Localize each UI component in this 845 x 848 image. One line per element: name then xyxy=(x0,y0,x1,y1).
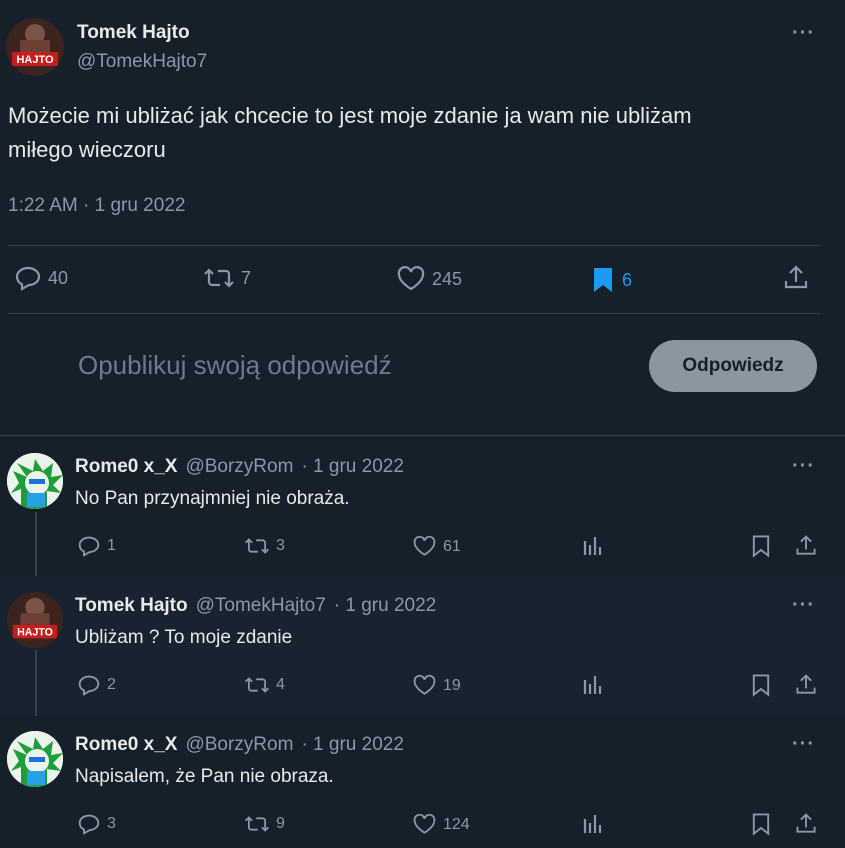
bookmark-icon xyxy=(594,268,612,292)
retweet-count: 7 xyxy=(241,267,252,288)
like-action[interactable]: 124 xyxy=(412,813,470,836)
share-icon xyxy=(796,674,816,694)
more-icon[interactable]: ··· xyxy=(792,455,815,478)
retweet-action[interactable]: 7 xyxy=(203,265,251,291)
heart-icon xyxy=(413,813,436,834)
bookmark-action[interactable] xyxy=(750,534,772,558)
author-avatar[interactable]: HAJTO xyxy=(6,18,64,76)
share-action[interactable] xyxy=(782,264,810,292)
share-action[interactable] xyxy=(794,534,818,558)
reply-text: Ubliżam ? To moje zdanie xyxy=(75,627,293,648)
reply-author-handle[interactable]: @BorzyRom xyxy=(185,734,293,756)
reply-header: Tomek Hajto @TomekHajto7 · 1 gru 2022 xyxy=(75,595,436,617)
reply-avatar[interactable]: HAJTO xyxy=(7,592,63,648)
retweet-icon xyxy=(244,677,270,693)
divider xyxy=(8,313,820,314)
thread-line xyxy=(35,512,37,584)
reply-icon xyxy=(15,266,41,291)
avatar-logo-text: HAJTO xyxy=(16,54,54,66)
views-action[interactable] xyxy=(582,535,604,557)
bookmark-action[interactable] xyxy=(750,673,772,697)
retweet-icon xyxy=(244,538,270,554)
reply-header: Rome0 x_X @BorzyRom · 1 gru 2022 xyxy=(75,734,404,756)
like-action[interactable]: 19 xyxy=(412,674,461,697)
views-action[interactable] xyxy=(582,813,604,835)
retweet-action[interactable]: 4 xyxy=(244,674,285,696)
retweet-action[interactable]: 9 xyxy=(244,813,285,835)
retweet-action[interactable]: 3 xyxy=(244,535,285,557)
reply-count: 1 xyxy=(107,537,116,554)
reply-action[interactable]: 1 xyxy=(77,535,116,557)
reply-date[interactable]: · 1 gru 2022 xyxy=(301,734,403,756)
tweet-timestamp[interactable]: 1:22 AM · 1 gru 2022 xyxy=(8,195,185,217)
reply-count: 3 xyxy=(107,815,116,832)
share-action[interactable] xyxy=(794,812,818,836)
reply-text: Napisalem, że Pan nie obraza. xyxy=(75,766,334,787)
bookmark-icon xyxy=(752,674,770,697)
reply-icon xyxy=(78,814,100,835)
views-icon xyxy=(583,676,602,694)
tweet-text: Możecie mi ubliżać jak chcecie to jest m… xyxy=(8,99,828,167)
bookmark-action[interactable]: 6 xyxy=(590,265,632,295)
reply-author-name[interactable]: Rome0 x_X xyxy=(75,734,177,756)
retweet-count: 3 xyxy=(276,537,285,554)
avatar-logo-text: HAJTO xyxy=(17,626,53,638)
reply-action[interactable]: 3 xyxy=(77,813,116,835)
retweet-icon xyxy=(204,268,234,288)
reply-icon xyxy=(78,675,100,696)
heart-icon xyxy=(413,674,436,695)
reply-date[interactable]: · 1 gru 2022 xyxy=(334,595,436,617)
reply-text: No Pan przynajmniej nie obraża. xyxy=(75,488,350,509)
more-icon[interactable]: ··· xyxy=(792,733,815,756)
like-count: 19 xyxy=(443,676,461,694)
reply-author-name[interactable]: Rome0 x_X xyxy=(75,456,177,478)
reply-header: Rome0 x_X @BorzyRom · 1 gru 2022 xyxy=(75,456,404,478)
views-action[interactable] xyxy=(582,674,604,696)
reply-date[interactable]: · 1 gru 2022 xyxy=(301,456,403,478)
reply-author-handle[interactable]: @TomekHajto7 xyxy=(196,595,326,617)
like-count: 61 xyxy=(443,537,461,555)
share-icon xyxy=(784,265,808,289)
thread-line xyxy=(35,650,37,724)
views-icon xyxy=(583,537,602,555)
reply-input[interactable]: Opublikuj swoją odpowiedź xyxy=(78,350,392,381)
heart-icon xyxy=(413,535,436,556)
bookmark-count: 6 xyxy=(622,269,633,290)
like-count: 245 xyxy=(432,268,463,289)
reply-avatar[interactable] xyxy=(7,731,63,787)
reply-author-handle[interactable]: @BorzyRom xyxy=(185,456,293,478)
like-count: 124 xyxy=(443,815,470,833)
share-action[interactable] xyxy=(794,673,818,697)
tweet-text-line2: miłego wieczoru xyxy=(8,137,166,162)
share-icon xyxy=(796,813,816,833)
reply-author-name[interactable]: Tomek Hajto xyxy=(75,595,188,617)
retweet-icon xyxy=(244,816,270,832)
reply-icon xyxy=(78,536,100,557)
bookmark-icon xyxy=(752,535,770,558)
reply-count: 40 xyxy=(48,267,69,288)
bookmark-action[interactable] xyxy=(750,812,772,836)
heart-icon xyxy=(397,266,425,291)
retweet-count: 4 xyxy=(276,676,285,693)
reply-action[interactable]: 2 xyxy=(77,674,116,696)
reply-count: 2 xyxy=(107,676,116,693)
divider xyxy=(8,245,820,246)
reply-button[interactable]: Odpowiedz xyxy=(649,340,817,392)
views-icon xyxy=(583,815,602,833)
share-icon xyxy=(796,535,816,555)
more-icon[interactable]: ··· xyxy=(792,594,815,617)
reply-action[interactable]: 40 xyxy=(14,265,68,291)
reply-avatar[interactable] xyxy=(7,453,63,509)
retweet-count: 9 xyxy=(276,815,285,832)
more-icon[interactable]: ··· xyxy=(792,22,815,45)
author-handle[interactable]: @TomekHajto7 xyxy=(77,51,207,73)
tweet-text-line1: Możecie mi ubliżać jak chcecie to jest m… xyxy=(8,103,692,128)
bookmark-icon xyxy=(752,813,770,836)
author-name[interactable]: Tomek Hajto xyxy=(77,22,190,44)
like-action[interactable]: 61 xyxy=(412,535,461,558)
like-action[interactable]: 245 xyxy=(396,265,462,293)
